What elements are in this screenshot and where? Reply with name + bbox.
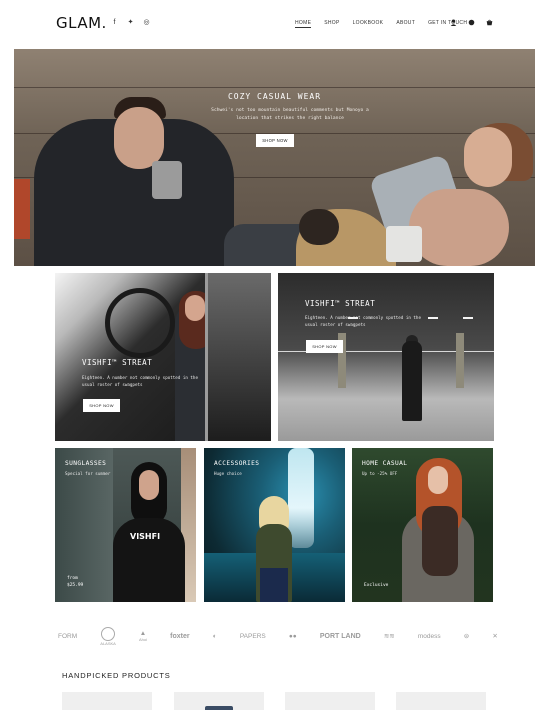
brand-logo-cross[interactable]: ✕: [492, 632, 497, 640]
site-header: GLAM. f ✦ ◎ HOME SHOP LOOKBOOK ABOUT GET…: [0, 0, 550, 48]
brand-logo-papers[interactable]: PAPERS: [240, 633, 266, 640]
tile-subtitle: Up to -25% OFF: [362, 471, 398, 476]
category-tile-sunglasses[interactable]: VISHFI SUNGLASSES Special for summer fro…: [55, 448, 196, 602]
banner-shop-now-button[interactable]: SHOP NOW: [83, 399, 120, 412]
brand-logo-label: ALASKA: [100, 640, 116, 646]
tile-subtitle: Huge choice: [214, 471, 242, 476]
category-tile-home-casual[interactable]: HOME CASUAL Up to -25% OFF Exclusive: [352, 448, 493, 602]
product-card[interactable]: [396, 692, 486, 710]
banner-photo-man: [402, 341, 422, 421]
banner-title: VISHFI™ STREAT: [305, 299, 376, 308]
category-tile-accessories[interactable]: ACCESSORIES Huge choice: [204, 448, 345, 602]
product-card[interactable]: [285, 692, 375, 710]
nav-about[interactable]: ABOUT: [396, 20, 415, 28]
tile-photo-waterfall: [288, 448, 314, 548]
product-thumbnail: [205, 706, 233, 710]
main-nav: HOME SHOP LOOKBOOK ABOUT GET IN TOUCH: [295, 20, 467, 28]
twitter-icon[interactable]: ✦: [127, 19, 134, 26]
brand-logo-circle[interactable]: ◐: [213, 633, 217, 640]
nav-lookbook[interactable]: LOOKBOOK: [353, 20, 384, 28]
tile-photo-detail: [428, 466, 448, 494]
brand-logo-badge[interactable]: ⊜: [464, 632, 469, 640]
feature-banner-car[interactable]: VISHFI™ STREAT Eighteen. A number not co…: [55, 273, 271, 441]
banner-photo-steering-wheel: [105, 288, 175, 358]
brand-badge-icon: [101, 626, 116, 641]
product-card[interactable]: [62, 692, 152, 710]
nav-home[interactable]: HOME: [295, 20, 312, 28]
tile-photo-detail: [139, 470, 159, 500]
brand-logo-portland[interactable]: PORT LAND: [320, 633, 361, 640]
tile-title: SUNGLASSES: [65, 460, 107, 467]
tile-exclusive-label: Exclusive: [364, 583, 389, 588]
brand-logo-glyph: ▲: [139, 630, 147, 637]
tile-price-value: $25.99: [67, 583, 84, 588]
hero-title: COZY CASUAL WEAR: [227, 92, 322, 101]
tile-photo-woman: [113, 518, 185, 602]
banner-photo-light: [463, 317, 473, 319]
hero-subtitle: Schwei's not too mountain beautiful comm…: [211, 108, 369, 121]
banner-subtitle: Eighteen. A number not commonly spotted …: [305, 315, 421, 327]
tile-photo-detail: [422, 506, 458, 576]
brand-logo-alaska[interactable]: ALASKA: [100, 626, 116, 646]
brand-logo-ahoi[interactable]: ▲ Ahoi: [139, 630, 147, 642]
cart-icon[interactable]: [486, 19, 493, 28]
product-card[interactable]: [174, 692, 264, 710]
social-links: f ✦ ◎: [111, 19, 150, 26]
handpicked-products-heading: HANDPICKED PRODUCTS: [62, 671, 171, 680]
tile-price-label: from: [67, 576, 78, 581]
hero-content: COZY CASUAL WEAR Schwei's not too mounta…: [14, 49, 535, 266]
brand-logo-form[interactable]: FORM: [58, 633, 77, 640]
hero-shop-now-button[interactable]: SHOP NOW: [256, 134, 294, 147]
user-icon[interactable]: [450, 19, 457, 28]
tile-title: ACCESSORIES: [214, 460, 260, 467]
banner-title: VISHFI™ STREAT: [82, 358, 153, 367]
tile-photo-shirt-print: VISHFI: [130, 532, 161, 541]
banner-subtitle: Eighteen. A number not commonly spotted …: [82, 375, 198, 387]
brand-logo-modess[interactable]: modess: [418, 633, 441, 640]
header-icons: [450, 19, 493, 28]
tile-photo-detail: [260, 568, 288, 602]
nav-shop[interactable]: SHOP: [324, 20, 339, 28]
tile-title: HOME CASUAL: [362, 460, 408, 467]
banner-shop-now-button[interactable]: SHOP NOW: [306, 340, 343, 353]
brand-logo-foxter[interactable]: foxter: [170, 633, 189, 640]
banner-photo-car-door: [205, 273, 271, 441]
chat-icon[interactable]: [468, 19, 475, 28]
hero-banner: COZY CASUAL WEAR Schwei's not too mounta…: [14, 49, 535, 266]
facebook-icon[interactable]: f: [111, 19, 118, 26]
banner-photo-pillar: [456, 333, 464, 388]
brand-logo-label: Ahoi: [139, 637, 148, 642]
instagram-icon[interactable]: ◎: [143, 19, 150, 26]
tile-subtitle: Special for summer: [65, 471, 111, 476]
site-logo[interactable]: GLAM.: [56, 14, 107, 32]
brand-logos-row: FORM ALASKA ▲ Ahoi foxter ◐ PAPERS ●● PO…: [58, 626, 498, 646]
banner-photo-light: [428, 317, 438, 319]
banner-photo-detail: [185, 295, 205, 321]
feature-banner-garage[interactable]: VISHFI™ STREAT Eighteen. A number not co…: [278, 273, 494, 441]
brand-logo-waves[interactable]: ≋≋: [384, 632, 395, 640]
brand-logo-dots[interactable]: ●●: [289, 633, 297, 640]
